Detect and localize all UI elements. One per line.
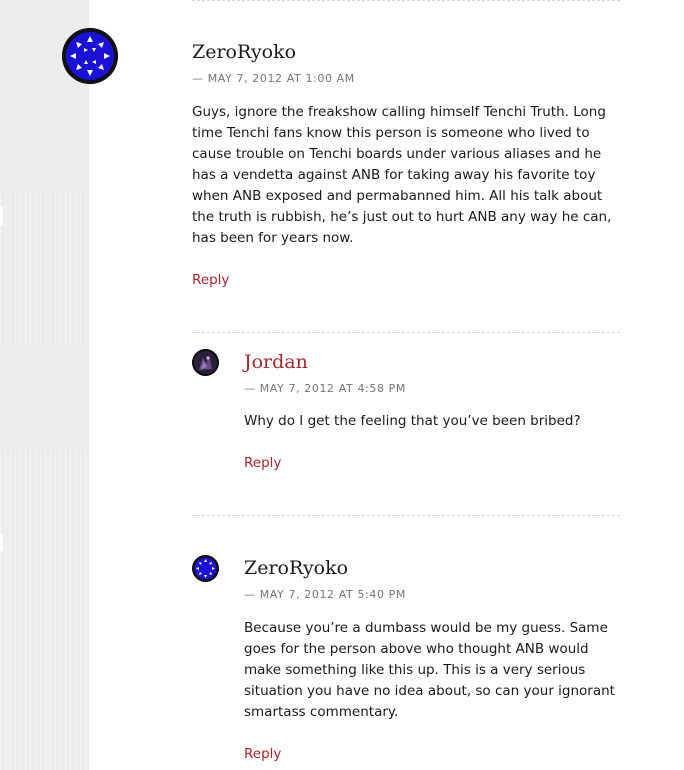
reply-link[interactable]: Reply (192, 272, 229, 288)
comment-timestamp[interactable]: — MAY 7, 2012 AT 1:00 AM (192, 72, 355, 85)
dark-figure-avatar-icon (192, 349, 219, 376)
avatar[interactable] (192, 555, 219, 582)
sidebar-notch (0, 533, 3, 551)
comment-author: ZeroRyoko (244, 557, 349, 579)
blue-pattern-avatar-icon (192, 555, 219, 582)
comment-body: Because you’re a dumbass would be my gue… (244, 620, 615, 720)
comment-timestamp[interactable]: — MAY 7, 2012 AT 4:58 PM (244, 382, 406, 395)
reply-link[interactable]: Reply (244, 746, 281, 762)
comment-divider (192, 332, 620, 333)
blue-pattern-avatar-icon (62, 28, 118, 84)
comment-timestamp[interactable]: — MAY 7, 2012 AT 5:40 PM (244, 588, 406, 601)
sidebar-notch (0, 207, 3, 225)
comment-author: ZeroRyoko (192, 41, 297, 63)
avatar[interactable] (62, 28, 118, 84)
avatar[interactable] (192, 349, 219, 376)
comment-divider (192, 0, 620, 1)
comment-divider (192, 515, 620, 516)
sidebar-decoration (0, 450, 89, 770)
comment-author-link[interactable]: Jordan (244, 351, 308, 373)
reply-link[interactable]: Reply (244, 455, 281, 471)
comment-body: Why do I get the feeling that you’ve bee… (244, 413, 581, 429)
left-sidebar-strip (0, 0, 89, 770)
sidebar-decoration (0, 190, 89, 345)
comments-page: ZeroRyoko — MAY 7, 2012 AT 1:00 AM Guys,… (0, 0, 684, 770)
comment-body: Guys, ignore the freakshow calling himse… (192, 104, 612, 246)
